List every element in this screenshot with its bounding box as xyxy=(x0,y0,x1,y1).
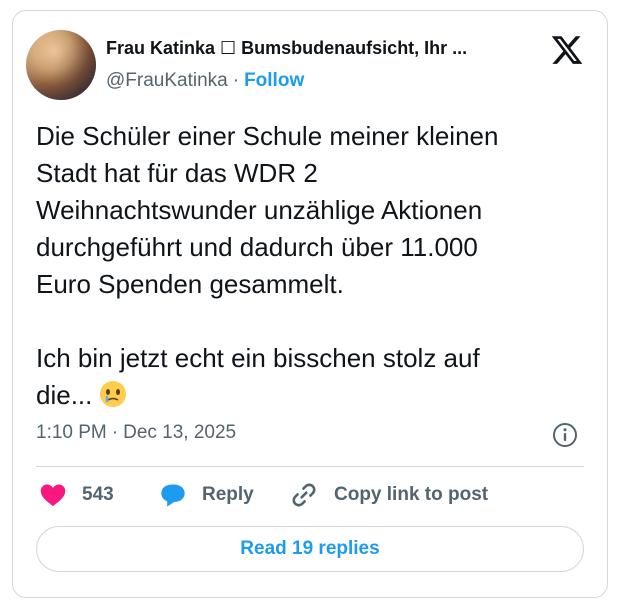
tweet-body: Die Schüler einer Schule meiner kleinen … xyxy=(36,121,499,410)
info-icon[interactable] xyxy=(552,422,578,448)
x-logo-icon[interactable] xyxy=(550,33,584,67)
read-replies-button[interactable]: Read 19 replies xyxy=(36,526,584,572)
reply-bubble-icon xyxy=(161,484,185,507)
link-icon xyxy=(292,483,316,507)
like-button[interactable]: 543 xyxy=(38,480,114,510)
face-holding-back-tears-icon xyxy=(100,381,127,407)
timestamp-separator: · xyxy=(111,422,119,443)
author-handle[interactable]: @FrauKatinka xyxy=(106,70,228,91)
tweet-date: Dec 13, 2025 xyxy=(123,422,237,443)
tweet-text: Die Schüler einer Schule meiner kleinen … xyxy=(36,118,586,414)
copy-link-label: Copy link to post xyxy=(334,484,489,505)
copy-link-button[interactable]: Copy link to post xyxy=(290,480,488,510)
like-count: 543 xyxy=(82,484,114,505)
author-avatar[interactable] xyxy=(26,30,96,100)
tweet-timestamp[interactable]: 1:10 PM · Dec 13, 2025 xyxy=(36,422,236,444)
heart-icon xyxy=(40,484,66,507)
author-handle-row: @FrauKatinka · Follow xyxy=(106,70,304,92)
tweet-time: 1:10 PM xyxy=(36,422,107,443)
actions-divider xyxy=(36,466,584,467)
follow-button[interactable]: Follow xyxy=(244,70,304,91)
reply-button[interactable]: Reply xyxy=(158,480,254,510)
author-display-name[interactable]: Frau Katinka ☐ Bumsbudenaufsicht, Ihr ..… xyxy=(106,38,526,59)
handle-separator: · xyxy=(232,70,240,91)
reply-label: Reply xyxy=(202,484,254,505)
